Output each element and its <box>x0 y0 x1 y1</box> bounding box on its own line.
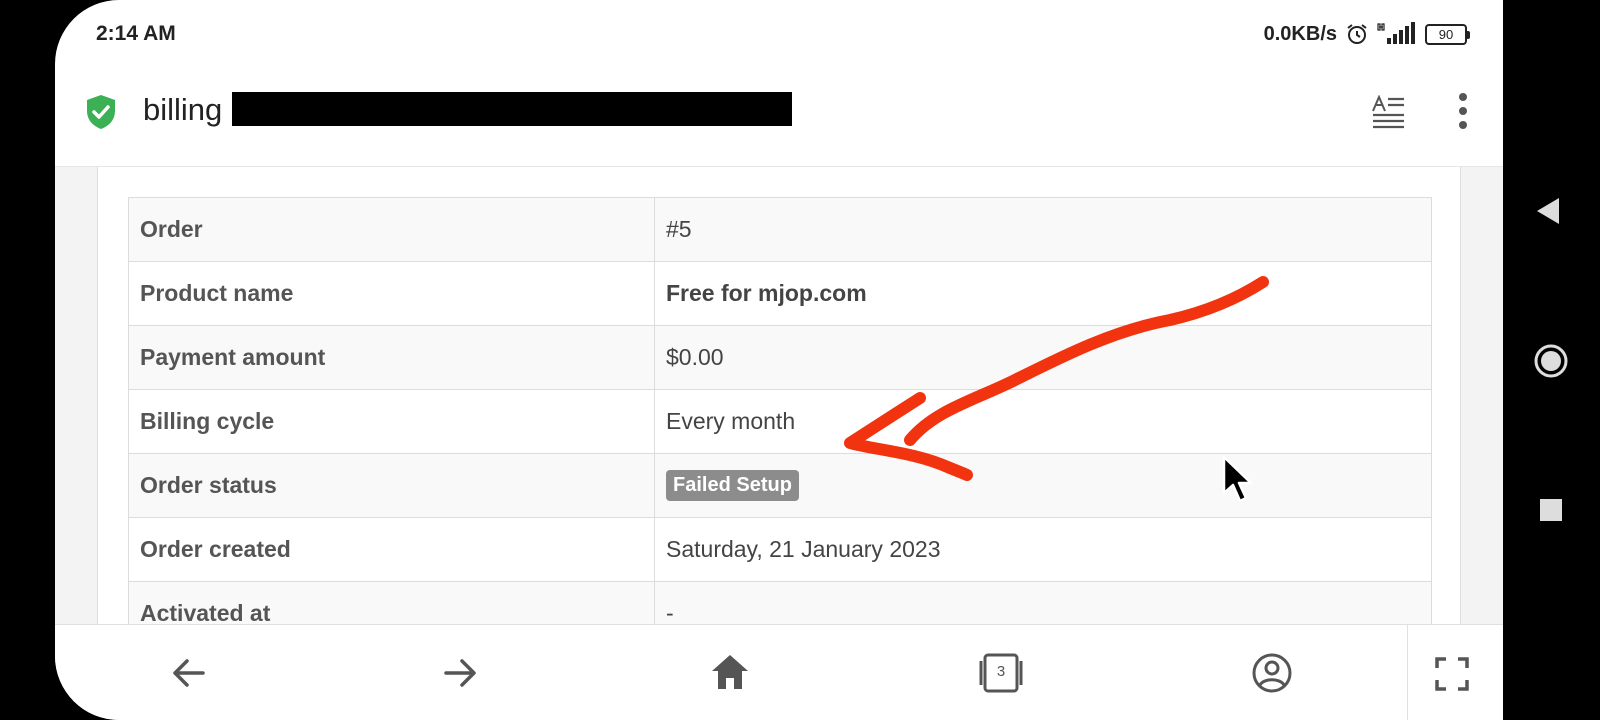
status-icons: 0.0KB/s 90 <box>1263 22 1470 46</box>
browser-bottom-toolbar: 3 <box>55 624 1503 720</box>
battery-level: 90 <box>1438 26 1454 42</box>
table-row: Billing cycle Every month <box>128 389 1432 454</box>
order-details-table: Order #5 Product name Free for mjop.com … <box>128 197 1432 625</box>
browser-address-bar: billing <box>55 70 1503 167</box>
table-row: Payment amount $0.00 <box>128 325 1432 390</box>
forward-arrow-icon[interactable] <box>438 651 482 695</box>
row-label: Order status <box>128 453 655 518</box>
tab-count: 3 <box>996 663 1006 680</box>
row-label: Payment amount <box>128 325 655 390</box>
network-speed: 0.0KB/s <box>1263 22 1337 45</box>
row-label: Order <box>128 197 655 262</box>
mouse-cursor-icon <box>1222 455 1253 503</box>
battery-icon: 90 <box>1425 23 1470 45</box>
signal-icon <box>1377 22 1415 44</box>
status-badge: Failed Setup <box>666 470 799 501</box>
activated-at: - <box>654 581 1432 625</box>
redacted-url <box>232 92 792 126</box>
url-text[interactable]: billing <box>143 92 222 128</box>
order-status-cell: Failed Setup <box>654 453 1432 518</box>
reader-mode-icon[interactable] <box>1371 95 1405 129</box>
table-row: Order created Saturday, 21 January 2023 <box>128 517 1432 582</box>
table-row: Product name Free for mjop.com <box>128 261 1432 326</box>
table-row: Activated at - <box>128 581 1432 625</box>
payment-amount: $0.00 <box>654 325 1432 390</box>
back-arrow-icon[interactable] <box>167 651 211 695</box>
toolbar-divider <box>1407 625 1408 720</box>
order-number: #5 <box>654 197 1432 262</box>
home-icon[interactable] <box>708 651 752 695</box>
product-name: Free for mjop.com <box>654 261 1432 326</box>
android-navigation-bar <box>1503 0 1600 720</box>
billing-cycle: Every month <box>654 389 1432 454</box>
account-icon[interactable] <box>1250 651 1294 695</box>
more-options-icon[interactable] <box>1457 92 1469 130</box>
table-row: Order #5 <box>128 197 1432 262</box>
phone-screen: 2:14 AM 0.0KB/s 90 billing Order #5 Prod… <box>55 0 1503 720</box>
fullscreen-icon[interactable] <box>1435 657 1469 691</box>
system-recents-icon[interactable] <box>1539 498 1563 522</box>
tabs-button[interactable]: 3 <box>977 651 1023 695</box>
row-label: Activated at <box>128 581 655 625</box>
system-home-icon[interactable] <box>1533 343 1569 379</box>
order-created: Saturday, 21 January 2023 <box>654 517 1432 582</box>
system-back-icon[interactable] <box>1535 196 1561 226</box>
shield-check-icon <box>87 95 115 129</box>
order-panel: Order #5 Product name Free for mjop.com … <box>97 167 1461 625</box>
alarm-icon <box>1347 24 1367 44</box>
page-content[interactable]: Order #5 Product name Free for mjop.com … <box>55 167 1503 625</box>
status-bar: 2:14 AM 0.0KB/s 90 <box>55 0 1503 70</box>
row-label: Order created <box>128 517 655 582</box>
status-time: 2:14 AM <box>96 22 176 45</box>
row-label: Product name <box>128 261 655 326</box>
row-label: Billing cycle <box>128 389 655 454</box>
